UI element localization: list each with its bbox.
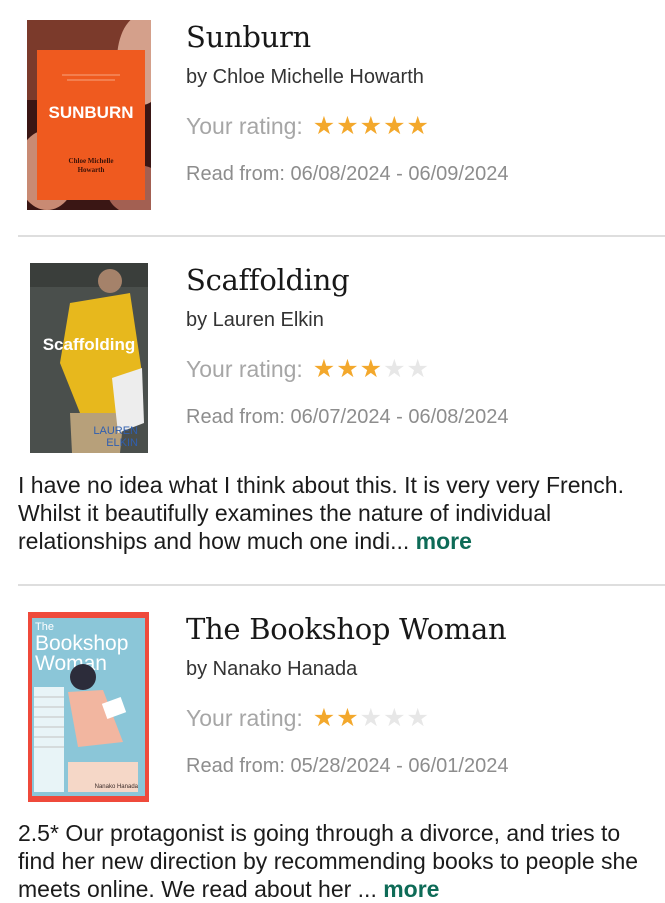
book-cover-bookshop-woman[interactable]: The Bookshop Woman Nanako Hanada [28, 612, 149, 802]
star-icon[interactable]: ★ [336, 357, 358, 382]
book-title[interactable]: Sunburn [186, 20, 311, 54]
scaffolding-cover-art: Scaffolding LAUREN ELKIN [30, 263, 148, 453]
review-text: I have no idea what I think about this. … [18, 471, 658, 555]
star-icon[interactable]: ★ [406, 706, 428, 731]
book-author[interactable]: by Nanako Hanada [186, 658, 357, 681]
star-icon[interactable]: ★ [336, 114, 358, 139]
rating-row: Your rating: ★ ★ ★ ★ ★ [186, 705, 430, 732]
scaffolding-cover-author-2: ELKIN [106, 437, 138, 449]
star-icon[interactable]: ★ [383, 706, 405, 731]
book-cover-scaffolding[interactable]: Scaffolding LAUREN ELKIN [30, 263, 148, 453]
bookshop-woman-cover-art: The Bookshop Woman Nanako Hanada [28, 612, 149, 802]
book-title[interactable]: The Bookshop Woman [186, 612, 507, 646]
rating-label: Your rating: [186, 705, 303, 731]
rating-stars[interactable]: ★ ★ ★ ★ ★ [313, 357, 430, 382]
book-title[interactable]: Scaffolding [186, 263, 350, 297]
sunburn-cover-author-2: Howarth [78, 166, 105, 174]
bookshop-cover-title-3: Woman [35, 652, 107, 675]
rating-row: Your rating: ★ ★ ★ ★ ★ [186, 113, 430, 140]
star-icon[interactable]: ★ [360, 706, 382, 731]
review-body: I have no idea what I think about this. … [18, 472, 624, 554]
star-icon[interactable]: ★ [406, 114, 428, 139]
star-icon[interactable]: ★ [360, 357, 382, 382]
star-icon[interactable]: ★ [406, 357, 428, 382]
rating-row: Your rating: ★ ★ ★ ★ ★ [186, 356, 430, 383]
bookshop-cover-author: Nanako Hanada [95, 784, 139, 790]
rating-stars[interactable]: ★ ★ ★ ★ ★ [313, 114, 430, 139]
star-icon[interactable]: ★ [313, 706, 335, 731]
rating-stars[interactable]: ★ ★ ★ ★ ★ [313, 706, 430, 731]
read-dates: Read from: 06/08/2024 - 06/09/2024 [186, 163, 509, 185]
star-icon[interactable]: ★ [383, 114, 405, 139]
more-link[interactable]: more [416, 528, 472, 554]
star-icon[interactable]: ★ [313, 357, 335, 382]
book-author[interactable]: by Lauren Elkin [186, 309, 324, 332]
sunburn-cover-art: SUNBURN Chloe Michelle Howarth [27, 20, 151, 210]
star-icon[interactable]: ★ [313, 114, 335, 139]
sunburn-cover-title: SUNBURN [49, 103, 134, 122]
rating-label: Your rating: [186, 113, 303, 139]
book-author[interactable]: by Chloe Michelle Howarth [186, 66, 424, 89]
scaffolding-cover-title: Scaffolding [43, 335, 136, 354]
star-icon[interactable]: ★ [360, 114, 382, 139]
more-link[interactable]: more [383, 876, 439, 902]
read-dates: Read from: 06/07/2024 - 06/08/2024 [186, 406, 509, 428]
entry-divider [18, 584, 665, 586]
read-dates: Read from: 05/28/2024 - 06/01/2024 [186, 755, 509, 777]
rating-label: Your rating: [186, 356, 303, 382]
review-body: 2.5* Our protagonist is going through a … [18, 820, 639, 902]
entry-divider [18, 235, 665, 237]
review-text: 2.5* Our protagonist is going through a … [18, 819, 658, 903]
sunburn-cover-author-1: Chloe Michelle [69, 157, 114, 165]
star-icon[interactable]: ★ [336, 706, 358, 731]
book-cover-sunburn[interactable]: SUNBURN Chloe Michelle Howarth [27, 20, 151, 210]
scaffolding-cover-author-1: LAUREN [93, 425, 138, 437]
star-icon[interactable]: ★ [383, 357, 405, 382]
